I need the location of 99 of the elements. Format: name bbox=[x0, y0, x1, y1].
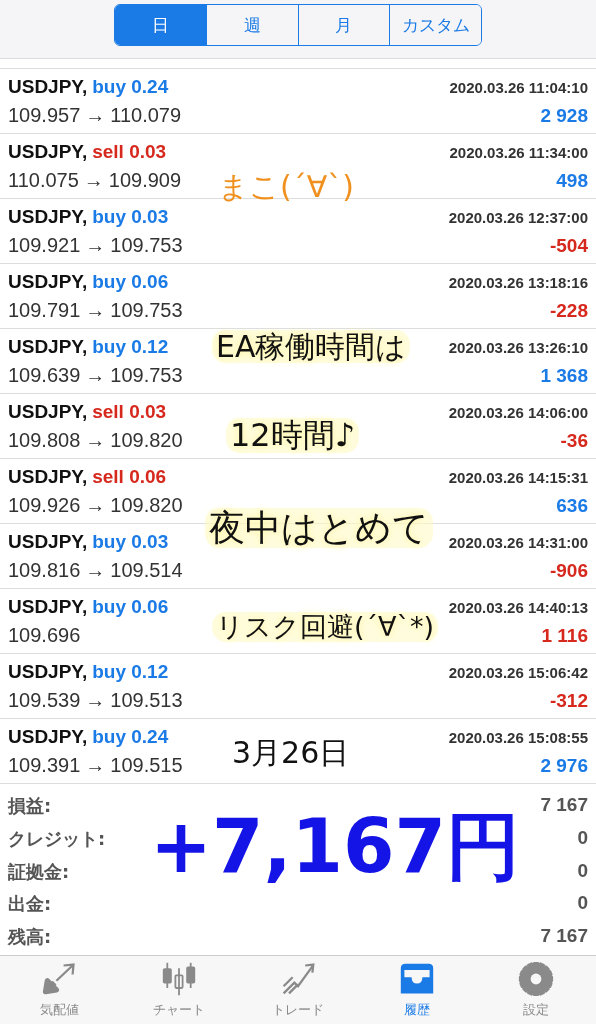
summary-label: 残高: bbox=[8, 925, 52, 949]
deal-profit: 2 976 bbox=[540, 754, 588, 777]
summary-value: 7 167 bbox=[540, 925, 588, 948]
order-label: buy 0.03 bbox=[92, 530, 169, 553]
order-label: sell 0.03 bbox=[92, 400, 167, 423]
order-label: buy 0.03 bbox=[92, 205, 169, 228]
open-price: 109.791 bbox=[8, 298, 81, 322]
symbol-label: USDJPY, bbox=[8, 725, 88, 748]
symbol-label: USDJPY, bbox=[8, 270, 88, 293]
period-tab[interactable]: 日 bbox=[115, 5, 206, 45]
summary-value: 0 bbox=[577, 892, 588, 916]
open-price: 110.075 bbox=[8, 168, 79, 192]
order-label: buy 0.24 bbox=[92, 725, 169, 748]
close-price: 109.753 bbox=[110, 298, 183, 322]
nav-tab[interactable]: 設定 bbox=[476, 956, 596, 1024]
handwritten-note: まこ(´∀`) bbox=[218, 170, 354, 203]
symbol-label: USDJPY, bbox=[8, 400, 88, 423]
order-label: buy 0.12 bbox=[92, 660, 169, 683]
nav-tab[interactable]: 履歴 bbox=[357, 956, 477, 1024]
close-price: 109.820 bbox=[110, 493, 183, 517]
open-price: 109.808 bbox=[8, 428, 81, 452]
deal-time: 2020.03.26 13:18:16 bbox=[448, 273, 588, 291]
open-price: 109.639 bbox=[8, 363, 81, 387]
symbol-label: USDJPY, bbox=[8, 335, 88, 358]
arrow-glyph: → bbox=[85, 428, 106, 452]
order-label: buy 0.24 bbox=[92, 75, 169, 98]
handwritten-note: 12時間♪ bbox=[226, 418, 360, 454]
deal-profit: -312 bbox=[549, 689, 588, 712]
deal-time: 2020.03.26 14:40:13 bbox=[448, 598, 588, 616]
symbol-label: USDJPY, bbox=[8, 660, 88, 683]
nav-tab[interactable]: トレード bbox=[238, 956, 358, 1024]
close-price: 110.079 bbox=[110, 103, 182, 127]
deal-time: 2020.03.26 11:04:10 bbox=[449, 78, 588, 96]
diagonal-arrows-icon bbox=[41, 961, 78, 997]
deal-profit: 498 bbox=[556, 169, 588, 192]
deal-profit: -906 bbox=[549, 559, 588, 582]
handwritten-note: 3月26日 bbox=[232, 736, 350, 769]
open-price: 109.957 bbox=[8, 103, 81, 127]
symbol-label: USDJPY, bbox=[8, 465, 88, 488]
summary-label: 出金: bbox=[8, 892, 52, 917]
deal-time: 2020.03.26 14:06:00 bbox=[448, 403, 588, 421]
order-label: buy 0.12 bbox=[92, 335, 169, 358]
deal-profit: -504 bbox=[549, 234, 588, 257]
order-label: sell 0.06 bbox=[92, 465, 167, 488]
nav-tab[interactable]: チャート bbox=[119, 956, 239, 1024]
deal-profit: -228 bbox=[549, 299, 588, 322]
open-price: 109.391 bbox=[8, 753, 81, 777]
summary-value: 0 bbox=[577, 859, 588, 883]
arrow-glyph: → bbox=[83, 168, 104, 192]
symbol-label: USDJPY, bbox=[8, 205, 88, 228]
arrow-glyph: → bbox=[85, 493, 106, 517]
close-price: 109.753 bbox=[110, 233, 183, 257]
open-price: 109.921 bbox=[8, 233, 81, 257]
symbol-label: USDJPY, bbox=[8, 140, 88, 163]
arrow-glyph: → bbox=[85, 103, 106, 127]
close-price: 109.820 bbox=[110, 428, 183, 452]
symbol-label: USDJPY, bbox=[8, 530, 88, 553]
close-price: 109.513 bbox=[110, 688, 183, 712]
order-label: buy 0.06 bbox=[92, 270, 169, 293]
summary-label: 損益: bbox=[8, 794, 52, 818]
arrow-glyph: → bbox=[85, 233, 106, 257]
symbol-label: USDJPY, bbox=[8, 595, 88, 618]
deal-profit: 1 368 bbox=[540, 364, 588, 387]
deal-time: 2020.03.26 11:34:00 bbox=[449, 143, 588, 161]
open-price: 109.696 bbox=[8, 623, 81, 647]
summary-label: 証拠金: bbox=[8, 859, 70, 884]
candlestick-icon bbox=[160, 961, 197, 997]
open-price: 109.539 bbox=[8, 688, 81, 712]
handwritten-total: +7,167円 bbox=[150, 806, 521, 888]
summary-value: 7 167 bbox=[540, 794, 588, 817]
deal-time: 2020.03.26 14:15:31 bbox=[448, 468, 588, 486]
arrow-glyph: → bbox=[85, 298, 106, 322]
deal-profit: 1 116 bbox=[541, 624, 588, 647]
deal-time: 2020.03.26 13:26:10 bbox=[448, 338, 588, 356]
order-label: sell 0.03 bbox=[92, 140, 167, 163]
deal-time: 2020.03.26 14:31:00 bbox=[448, 533, 588, 551]
trend-arrow-icon bbox=[280, 961, 316, 997]
summary-value: 0 bbox=[577, 826, 588, 850]
arrow-glyph: → bbox=[85, 558, 106, 582]
close-price: 109.515 bbox=[110, 753, 183, 777]
nav-tab[interactable]: 気配値 bbox=[0, 956, 120, 1024]
close-price: 109.753 bbox=[110, 363, 183, 387]
open-price: 109.926 bbox=[8, 493, 81, 517]
deal-time: 2020.03.26 12:37:00 bbox=[448, 208, 588, 226]
period-tab[interactable]: カスタム bbox=[389, 5, 481, 45]
order-label: buy 0.06 bbox=[92, 595, 169, 618]
open-price: 109.816 bbox=[8, 558, 81, 582]
close-price: 109.514 bbox=[110, 558, 183, 582]
deal-time: 2020.03.26 15:08:55 bbox=[448, 728, 588, 746]
deal-profit: 2 928 bbox=[540, 104, 588, 127]
deal-profit: -36 bbox=[560, 429, 588, 452]
close-price: 109.909 bbox=[108, 168, 182, 192]
arrow-glyph: → bbox=[85, 688, 106, 712]
deal-profit: 636 bbox=[556, 494, 588, 517]
symbol-label: USDJPY, bbox=[8, 75, 88, 98]
summary-label: クレジット: bbox=[8, 826, 106, 851]
deal-time: 2020.03.26 15:06:42 bbox=[448, 663, 588, 681]
arrow-glyph: → bbox=[85, 363, 106, 387]
arrow-glyph: → bbox=[85, 753, 106, 777]
